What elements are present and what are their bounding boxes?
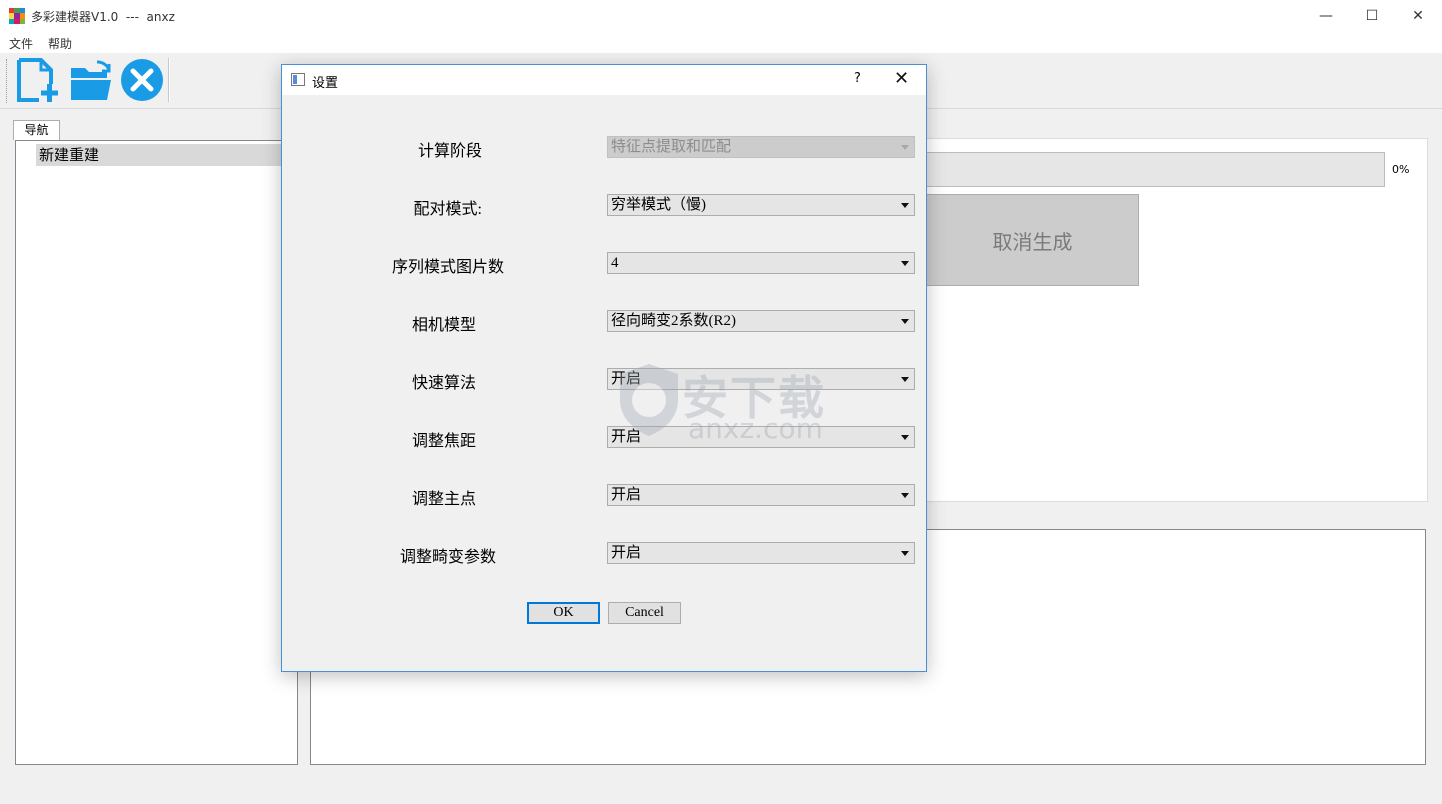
- select-adjust-distortion-value: 开启: [611, 545, 642, 561]
- open-folder-icon: [71, 60, 111, 100]
- close-project-button[interactable]: [118, 56, 166, 104]
- chevron-down-icon: [901, 435, 909, 440]
- menu-file[interactable]: 文件: [9, 35, 33, 52]
- label-sequence-image-count: 序列模式图片数: [391, 259, 504, 276]
- select-sequence-image-count[interactable]: 4: [607, 252, 915, 274]
- chevron-down-icon: [901, 203, 909, 208]
- select-adjust-focal-value: 开启: [611, 429, 642, 445]
- select-adjust-principal-point[interactable]: 开启: [607, 484, 915, 506]
- select-compute-stage: 特征点提取和匹配: [607, 136, 915, 158]
- dialog-window-icon: [291, 73, 305, 86]
- cancel-button[interactable]: Cancel: [608, 602, 681, 624]
- label-camera-model: 相机模型: [411, 317, 476, 334]
- chevron-down-icon: [901, 145, 909, 150]
- close-circle-icon: [121, 59, 163, 101]
- select-adjust-focal[interactable]: 开启: [607, 426, 915, 448]
- label-adjust-focal: 调整焦距: [411, 433, 476, 450]
- minimize-icon: —: [1319, 7, 1333, 24]
- tab-navigation[interactable]: 导航: [13, 120, 60, 140]
- dialog-title-bar: 设置 ? ✕: [282, 65, 926, 95]
- minimize-button[interactable]: —: [1303, 0, 1349, 31]
- app-icon: [9, 8, 25, 24]
- select-adjust-distortion[interactable]: 开启: [607, 542, 915, 564]
- progress-percent: 0%: [1392, 163, 1410, 176]
- menu-help[interactable]: 帮助: [48, 35, 72, 52]
- new-file-plus-icon: [17, 58, 58, 102]
- select-camera-model-value: 径向畸变2系数(R2): [611, 313, 736, 329]
- toolbar-separator: [168, 58, 170, 102]
- label-compute-stage: 计算阶段: [417, 143, 482, 160]
- dialog-title: 设置: [312, 76, 339, 91]
- help-button[interactable]: ?: [854, 71, 861, 86]
- dialog-close-button[interactable]: ✕: [894, 68, 909, 89]
- progress-bar: [926, 152, 1385, 187]
- select-camera-model[interactable]: 径向畸变2系数(R2): [607, 310, 915, 332]
- settings-dialog: 设置 ? ✕ 计算阶段 特征点提取和匹配 配对模式: 穷举模式（慢) 序列模式图…: [281, 64, 927, 672]
- label-adjust-principal-point: 调整主点: [411, 491, 476, 508]
- tree-item-new-reconstruction[interactable]: 新建重建: [36, 144, 296, 166]
- chevron-down-icon: [901, 261, 909, 266]
- open-project-button[interactable]: [67, 56, 115, 104]
- select-pairing-mode-value: 穷举模式（慢): [611, 197, 706, 213]
- ok-button[interactable]: OK: [527, 602, 600, 624]
- new-project-button[interactable]: [13, 56, 61, 104]
- chevron-down-icon: [901, 377, 909, 382]
- close-window-button[interactable]: ✕: [1395, 0, 1441, 31]
- select-fast-algorithm[interactable]: 开启: [607, 368, 915, 390]
- chevron-down-icon: [901, 319, 909, 324]
- menu-bar: 文件 帮助: [0, 31, 1442, 53]
- window-title: 多彩建模器V1.0 --- anxz: [31, 10, 175, 24]
- label-adjust-distortion: 调整畸变参数: [399, 549, 496, 566]
- chevron-down-icon: [901, 493, 909, 498]
- select-sequence-image-count-value: 4: [611, 255, 619, 271]
- select-adjust-principal-point-value: 开启: [611, 487, 642, 503]
- maximize-button[interactable]: ☐: [1349, 0, 1395, 31]
- navigation-tree: 新建重建: [15, 140, 298, 765]
- label-pairing-mode: 配对模式:: [413, 201, 482, 218]
- select-pairing-mode[interactable]: 穷举模式（慢): [607, 194, 915, 216]
- label-fast-algorithm: 快速算法: [411, 375, 476, 392]
- close-icon: ✕: [1412, 7, 1424, 24]
- select-fast-algorithm-value: 开启: [611, 371, 642, 387]
- maximize-icon: ☐: [1365, 7, 1379, 24]
- select-compute-stage-value: 特征点提取和匹配: [611, 139, 732, 155]
- title-bar: 多彩建模器V1.0 --- anxz — ☐ ✕: [0, 0, 1442, 31]
- chevron-down-icon: [901, 551, 909, 556]
- toolbar-grip[interactable]: [6, 59, 9, 103]
- cancel-generate-button[interactable]: 取消生成: [926, 194, 1139, 286]
